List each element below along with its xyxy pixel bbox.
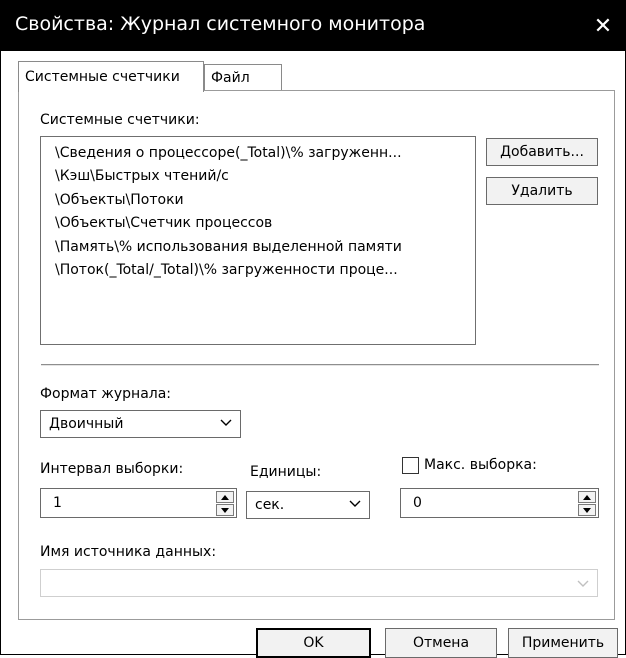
window-title: Свойства: Журнал системного монитора bbox=[15, 13, 426, 35]
close-icon: ✕ bbox=[593, 13, 613, 39]
apply-button[interactable]: Применить bbox=[508, 628, 618, 658]
max-samples-checkbox[interactable] bbox=[402, 457, 419, 474]
cancel-button[interactable]: Отмена bbox=[385, 628, 497, 658]
list-item[interactable]: \Сведения о процессоре(_Total)\% загруже… bbox=[55, 145, 402, 161]
list-item[interactable]: \Объекты\Потоки bbox=[55, 192, 184, 208]
arrow-up-icon bbox=[583, 494, 591, 500]
list-item[interactable]: \Поток(_Total/_Total)\% загруженности пр… bbox=[55, 262, 398, 278]
data-source-combo[interactable] bbox=[40, 569, 598, 597]
properties-dialog: Свойства: Журнал системного монитора ✕ С… bbox=[0, 0, 626, 658]
max-samples-value: 0 bbox=[413, 495, 422, 511]
arrow-up-icon bbox=[221, 494, 229, 500]
close-button[interactable]: ✕ bbox=[579, 1, 626, 51]
tab-system-counters[interactable]: Системные счетчики bbox=[18, 61, 204, 92]
title-bar[interactable]: Свойства: Журнал системного монитора ✕ bbox=[1, 1, 626, 51]
log-format-select[interactable]: Двоичный bbox=[40, 410, 241, 438]
tab-file[interactable]: Файл bbox=[204, 64, 282, 91]
separator bbox=[41, 364, 599, 366]
arrow-down-icon bbox=[221, 507, 229, 513]
chevron-down-icon bbox=[220, 419, 232, 426]
data-source-label: Имя источника данных: bbox=[40, 544, 217, 560]
chevron-down-icon bbox=[349, 500, 361, 507]
ok-button[interactable]: OK bbox=[256, 628, 371, 658]
counters-list[interactable]: \Сведения о процессоре(_Total)\% загруже… bbox=[40, 136, 476, 345]
arrow-down-icon bbox=[583, 507, 591, 513]
counters-label: Системные счетчики: bbox=[40, 112, 200, 128]
max-samples-stepper[interactable]: 0 bbox=[400, 488, 599, 518]
log-format-label: Формат журнала: bbox=[40, 386, 172, 402]
spin-up-button[interactable] bbox=[216, 491, 234, 503]
units-label: Единицы: bbox=[250, 464, 322, 480]
max-samples-label: Макс. выборка: bbox=[424, 457, 537, 473]
sample-interval-stepper[interactable]: 1 bbox=[40, 488, 237, 518]
chevron-down-icon bbox=[577, 580, 589, 587]
units-value: сек. bbox=[255, 497, 285, 513]
list-item[interactable]: \Объекты\Счетчик процессов bbox=[55, 215, 272, 231]
sample-interval-label: Интервал выборки: bbox=[40, 461, 184, 477]
spin-down-button[interactable] bbox=[216, 504, 234, 516]
spin-down-button[interactable] bbox=[578, 504, 596, 516]
list-item[interactable]: \Кэш\Быстрых чтений/с bbox=[55, 168, 229, 184]
spin-up-button[interactable] bbox=[578, 491, 596, 503]
log-format-value: Двоичный bbox=[49, 416, 124, 432]
units-select[interactable]: сек. bbox=[246, 491, 370, 519]
list-item[interactable]: \Память\% использования выделенной памят… bbox=[55, 239, 402, 255]
sample-interval-value: 1 bbox=[53, 495, 62, 511]
add-counter-button[interactable]: Добавить... bbox=[486, 138, 598, 166]
remove-counter-button[interactable]: Удалить bbox=[486, 177, 598, 205]
